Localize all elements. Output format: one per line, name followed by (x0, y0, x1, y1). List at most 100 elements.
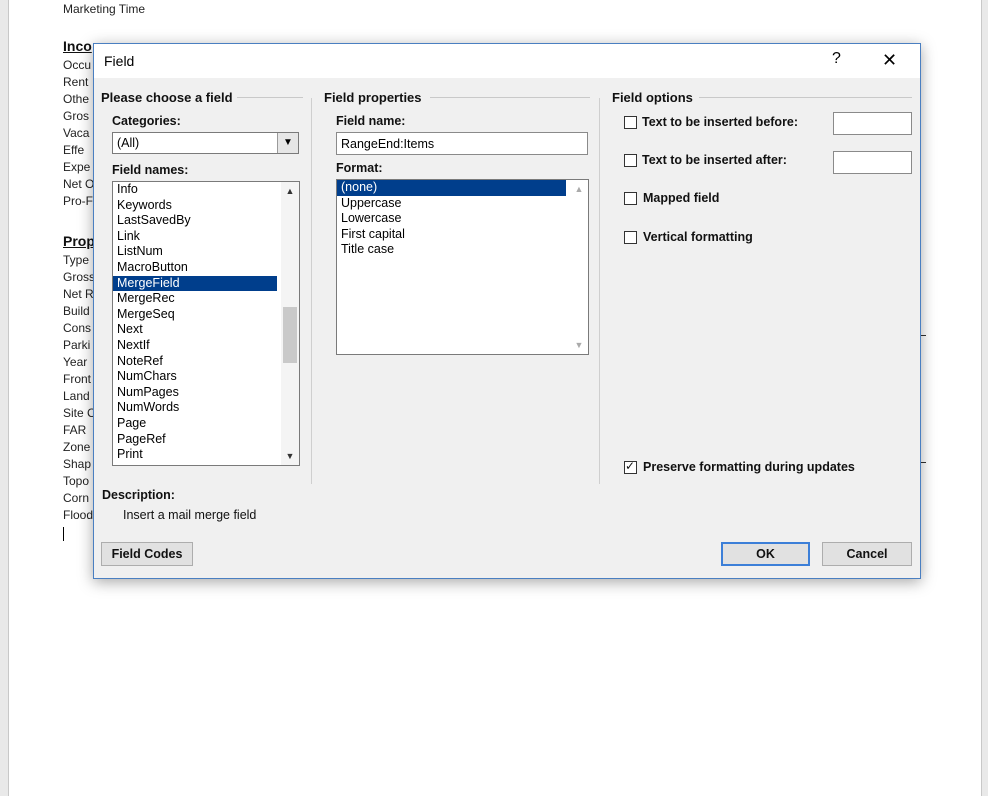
format-list[interactable]: (none) Uppercase Lowercase First capital Tit… (336, 179, 589, 355)
ok-button[interactable]: OK (721, 542, 810, 566)
doc-text-line: Vaca (63, 126, 90, 140)
field-name-item[interactable]: Keywords (113, 198, 277, 214)
section-divider (430, 97, 590, 98)
doc-text-line: Pro-F (63, 194, 93, 208)
section-divider (699, 97, 912, 98)
format-item[interactable]: Uppercase (337, 196, 566, 212)
choose-field-heading: Please choose a field (101, 90, 233, 105)
cancel-button[interactable]: Cancel (822, 542, 912, 566)
doc-text-line: FAR (63, 423, 87, 437)
doc-text-line: Net R (63, 287, 94, 301)
field-name-item[interactable]: LastSavedBy (113, 213, 277, 229)
chevron-down-icon[interactable]: ▼ (277, 133, 298, 153)
doc-text-line: Occu (63, 58, 92, 72)
field-name-item[interactable]: MacroButton (113, 260, 277, 276)
categories-label: Categories: (112, 114, 181, 128)
format-item[interactable]: Title case (337, 242, 566, 258)
text-cursor (63, 527, 64, 541)
format-scrollbar[interactable]: ▲ ▼ (570, 180, 588, 354)
field-name-label: Field name: (336, 114, 406, 128)
field-dialog: Field ? ✕ Please choose a field Categori… (93, 43, 921, 579)
field-names-items: Info Keywords LastSavedBy Link ListNum MacroB… (113, 182, 299, 463)
scroll-thumb[interactable] (283, 307, 297, 363)
field-properties-heading: Field properties (324, 90, 422, 105)
doc-text-line: Rent (63, 75, 89, 89)
doc-text-line: Type (63, 253, 90, 267)
field-name-item[interactable]: NextIf (113, 338, 277, 354)
dialog-titlebar: Field ? ✕ (94, 44, 920, 78)
field-name-item[interactable]: PageRef (113, 432, 277, 448)
doc-text-line: Flood (63, 508, 94, 522)
doc-text-line: Expe (63, 160, 91, 174)
dialog-title: Field (104, 53, 135, 69)
insert-after-label: Text to be inserted after: (642, 153, 787, 167)
field-name-item[interactable]: NoteRef (113, 354, 277, 370)
field-names-scrollbar[interactable]: ▲ ▼ (281, 182, 299, 465)
doc-text-line: Zone (63, 440, 91, 454)
doc-text-line: Gross (63, 270, 96, 284)
field-name-item[interactable]: ListNum (113, 244, 277, 260)
doc-text-line: Build (63, 304, 90, 318)
doc-text-line: Corn (63, 491, 90, 505)
doc-text-line: Net O (63, 177, 95, 191)
doc-text-line: Topo (63, 474, 90, 488)
field-codes-button[interactable]: Field Codes (101, 542, 193, 566)
format-item[interactable]: First capital (337, 227, 566, 243)
field-name-item[interactable]: MergeField (113, 275, 277, 292)
field-name-item[interactable]: NumWords (113, 400, 277, 416)
doc-text-line: Site C (63, 406, 96, 420)
scroll-down-icon[interactable]: ▼ (281, 447, 299, 465)
doc-section-heading-property: Prop (63, 233, 95, 249)
doc-section-heading-income: Inco (63, 38, 92, 54)
insert-before-checkbox[interactable] (624, 116, 637, 129)
format-items: (none) Uppercase Lowercase First capital Tit… (337, 180, 588, 258)
doc-text-line: Othe (63, 92, 90, 106)
help-button[interactable]: ? (832, 50, 841, 68)
description-label: Description: (102, 488, 175, 502)
format-item[interactable]: Lowercase (337, 211, 566, 227)
doc-text-line: Front (63, 372, 92, 386)
field-names-list[interactable]: Info Keywords LastSavedBy Link ListNum MacroB… (112, 181, 300, 466)
field-name-item[interactable]: Next (113, 322, 277, 338)
doc-text-line: Cons (63, 321, 92, 335)
description-text: Insert a mail merge field (123, 508, 257, 522)
preserve-formatting-checkbox[interactable] (624, 459, 637, 474)
doc-header-line: Marketing Time (63, 2, 146, 16)
field-name-input[interactable]: RangeEnd:Items (336, 132, 588, 155)
column-divider (311, 98, 312, 484)
field-name-item[interactable]: Page (113, 416, 277, 432)
field-names-label: Field names: (112, 163, 189, 177)
insert-after-checkbox[interactable] (624, 154, 637, 167)
scroll-down-icon[interactable]: ▼ (570, 336, 588, 354)
vertical-formatting-checkbox[interactable] (624, 231, 637, 244)
field-name-item[interactable]: MergeSeq (113, 307, 277, 323)
field-options-heading: Field options (612, 90, 693, 105)
preserve-formatting-label: Preserve formatting during updates (643, 460, 855, 474)
doc-text-line: Land (63, 389, 90, 403)
scroll-up-icon[interactable]: ▲ (570, 180, 588, 198)
doc-text-line: Shap (63, 457, 92, 471)
scroll-up-icon[interactable]: ▲ (281, 182, 299, 200)
insert-before-label: Text to be inserted before: (642, 115, 799, 129)
close-icon[interactable]: ✕ (882, 50, 897, 71)
doc-text-line: Gros (63, 109, 90, 123)
field-name-item[interactable]: Info (113, 182, 277, 198)
doc-text-line: Year (63, 355, 88, 369)
insert-after-input[interactable] (833, 151, 912, 174)
field-name-item[interactable]: NumChars (113, 369, 277, 385)
format-label: Format: (336, 161, 383, 175)
doc-text-line: Effe (63, 143, 85, 157)
field-name-item[interactable]: Print (113, 447, 277, 463)
field-name-item[interactable]: MergeRec (113, 291, 277, 307)
column-divider (599, 98, 600, 484)
categories-value: (All) (117, 136, 140, 150)
format-item[interactable]: (none) (337, 180, 566, 196)
categories-dropdown[interactable]: (All) ▼ (112, 132, 299, 154)
field-name-item[interactable]: NumPages (113, 385, 277, 401)
section-divider (237, 97, 303, 98)
field-name-item[interactable]: Link (113, 229, 277, 245)
vertical-formatting-label: Vertical formatting (643, 230, 753, 244)
mapped-field-label: Mapped field (643, 191, 720, 205)
mapped-field-checkbox[interactable] (624, 192, 637, 205)
insert-before-input[interactable] (833, 112, 912, 135)
